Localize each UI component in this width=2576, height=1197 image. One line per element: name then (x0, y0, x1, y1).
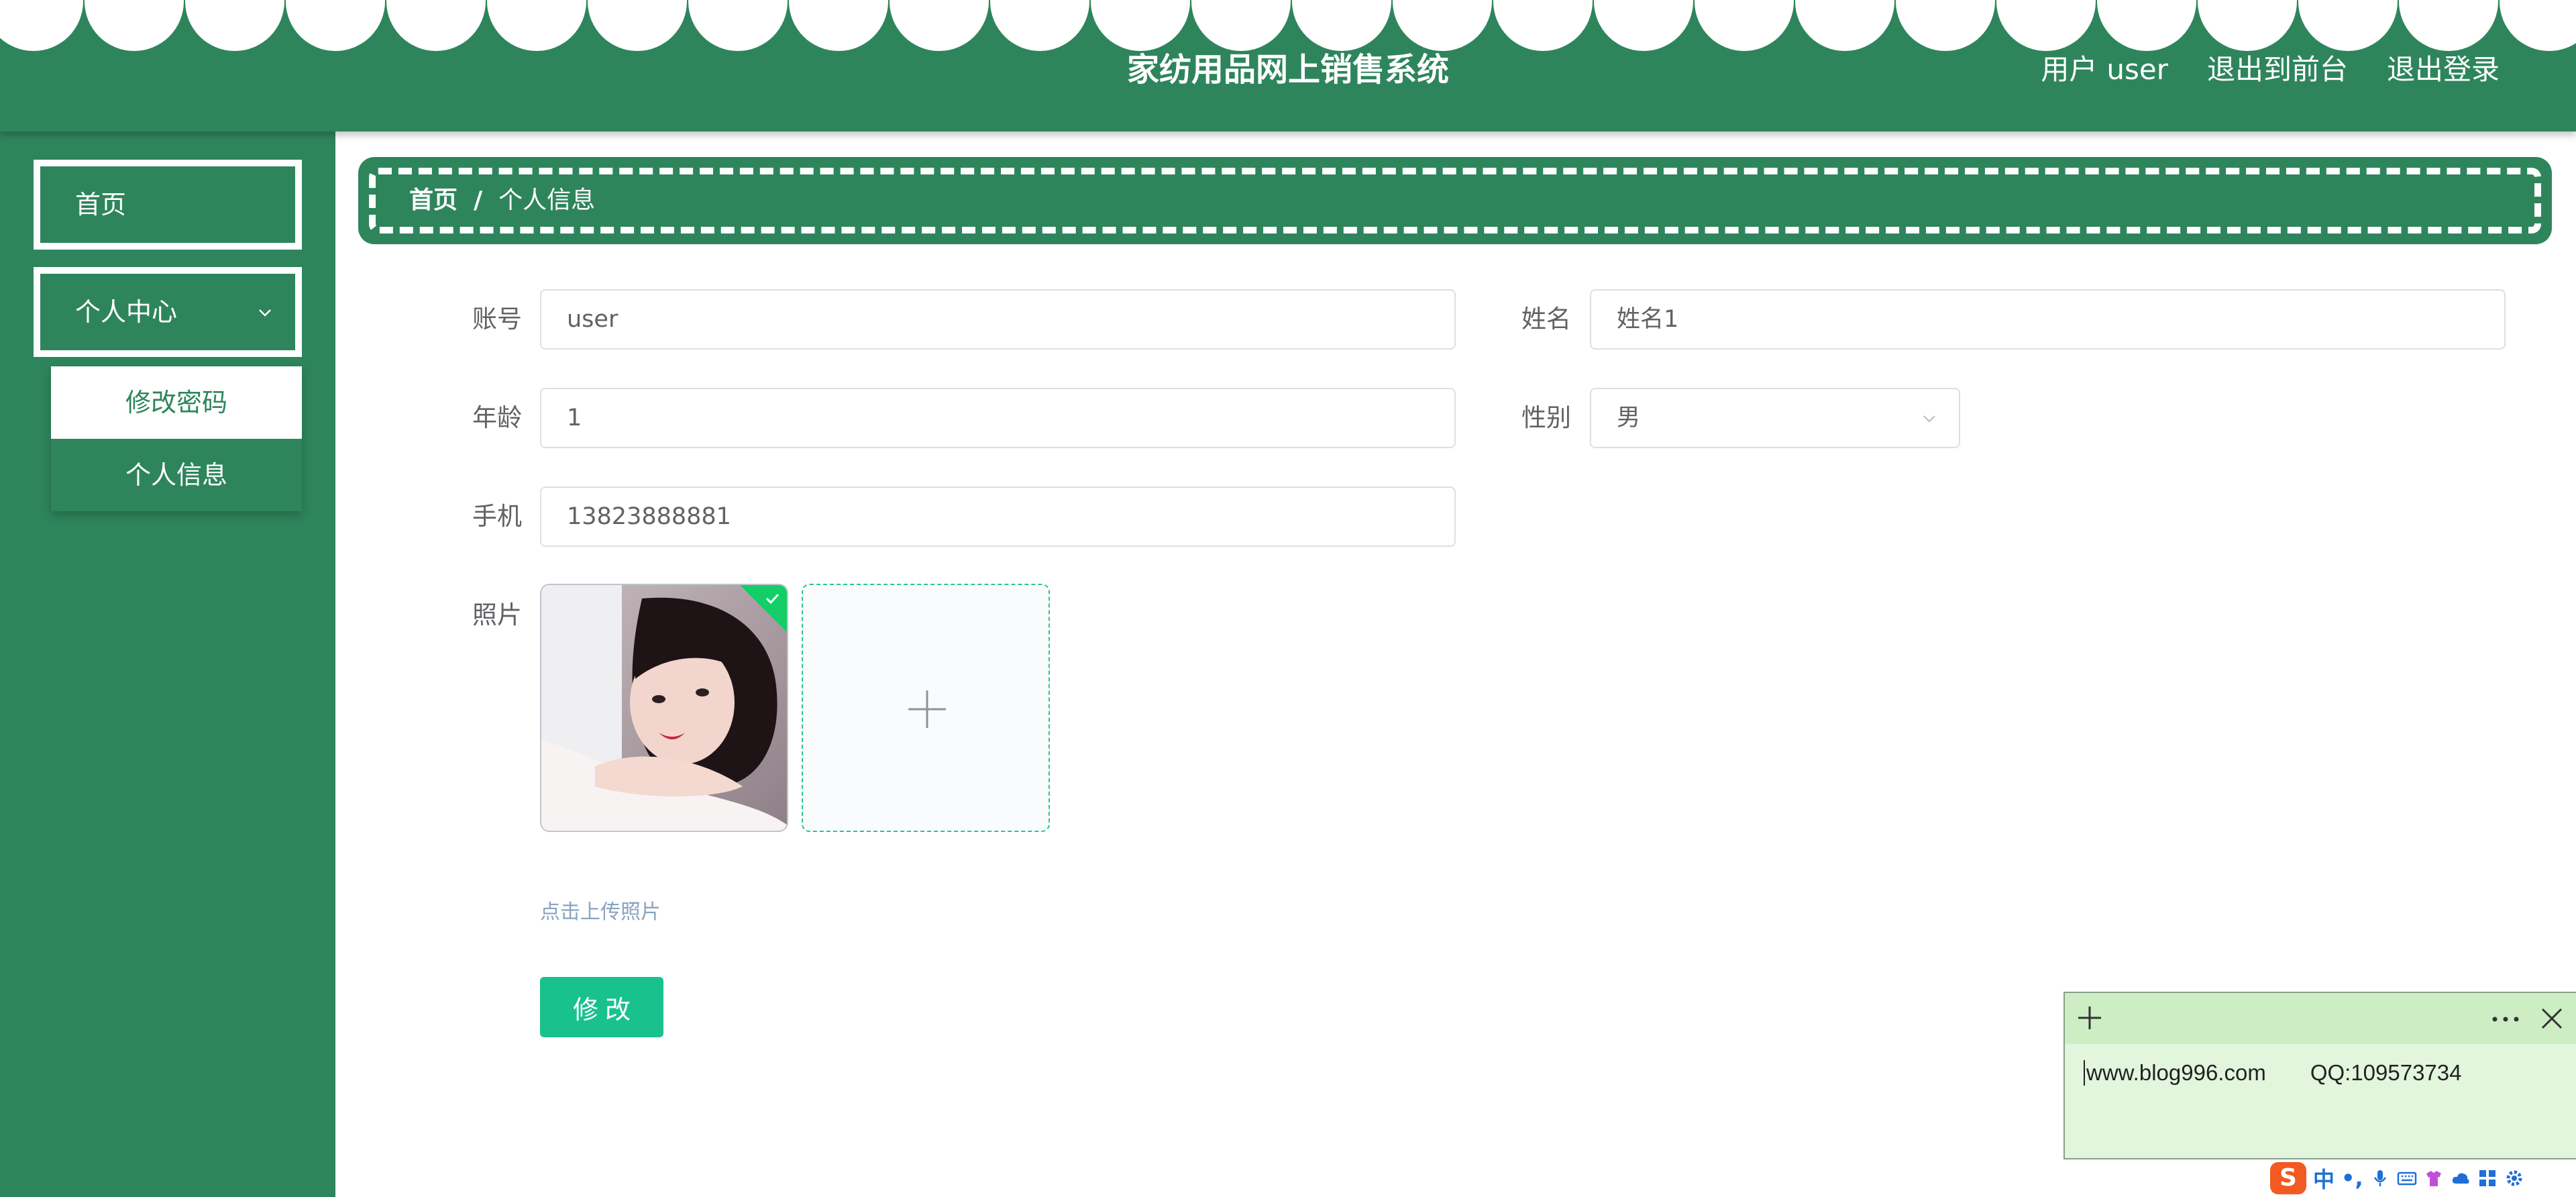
breadcrumb: 首页 / 个人信息 (409, 157, 595, 244)
note-plus-icon[interactable] (2074, 1002, 2105, 1033)
sidebar-item-label: 首页 (75, 190, 127, 219)
header-nav: 用户 user 退出到前台 退出登录 (2041, 48, 2500, 91)
age-field[interactable]: 1 (540, 388, 1456, 448)
close-icon[interactable] (2540, 1006, 2564, 1031)
user-prefix: 用户 (2041, 53, 2098, 86)
phone-value: 13823888881 (567, 503, 731, 530)
submit-button[interactable]: 修改 (540, 977, 663, 1037)
name-label: 姓名 (1521, 305, 1571, 333)
breadcrumb-current: 个人信息 (498, 187, 596, 214)
age-label: 年龄 (472, 403, 522, 432)
ime-logo-icon[interactable]: S (2270, 1162, 2306, 1194)
check-icon (765, 593, 780, 605)
submenu-item-change-password[interactable]: 修改密码 (51, 366, 302, 439)
uploaded-photo-thumbnail[interactable] (540, 584, 788, 832)
ime-mode-toggle[interactable]: 中 (2313, 1163, 2334, 1194)
skin-icon[interactable] (2424, 1168, 2444, 1188)
note-website: www.blog996.com (2086, 1060, 2266, 1085)
breadcrumb-dashed-border (369, 168, 2541, 233)
sidebar-item-personal-center[interactable]: 个人中心 (34, 267, 302, 357)
phone-field[interactable]: 13823888881 (540, 486, 1456, 547)
gender-select[interactable]: 男 (1590, 388, 1960, 448)
breadcrumb-separator: / (474, 187, 483, 214)
sidebar-item-home[interactable]: 首页 (34, 160, 302, 250)
ime-toolbar: S 中 •, (2270, 1159, 2576, 1197)
username: user (2106, 53, 2168, 86)
upload-photo-button[interactable] (802, 584, 1050, 832)
scallop-decoration (0, 0, 2576, 51)
gender-value: 男 (1617, 405, 1641, 431)
more-icon[interactable] (2491, 1016, 2520, 1023)
name-field[interactable]: 姓名1 (1590, 289, 2506, 350)
settings-icon[interactable] (2504, 1168, 2524, 1188)
keyboard-icon[interactable] (2397, 1168, 2417, 1188)
photo-label: 照片 (472, 601, 522, 629)
ime-punctuation-toggle[interactable]: •, (2341, 1165, 2363, 1191)
back-to-front-link[interactable]: 退出到前台 (2207, 48, 2348, 91)
sidebar: 首页 个人中心 修改密码 个人信息 (0, 132, 335, 1197)
plus-icon (908, 690, 946, 728)
upload-tip: 点击上传照片 (540, 900, 661, 924)
sidebar-item-label: 个人中心 (75, 297, 178, 327)
account-value: user (567, 306, 619, 333)
age-value: 1 (567, 405, 582, 431)
personal-center-submenu: 修改密码 个人信息 (51, 366, 302, 511)
logout-link[interactable]: 退出登录 (2387, 48, 2500, 91)
top-header: 家纺用品网上销售系统 用户 user 退出到前台 退出登录 (0, 0, 2576, 132)
account-field[interactable]: user (540, 289, 1456, 350)
current-user-label: 用户 user (2041, 48, 2168, 91)
select-arrow-icon (1923, 415, 1935, 423)
note-qq: QQ:109573734 (2310, 1060, 2462, 1085)
microphone-icon[interactable] (2370, 1168, 2390, 1188)
submenu-item-personal-info[interactable]: 个人信息 (51, 439, 302, 511)
name-value: 姓名1 (1617, 306, 1679, 333)
sticky-note-toolbar (2065, 993, 2576, 1044)
gender-label: 性别 (1521, 403, 1571, 432)
cloud-icon[interactable] (2451, 1168, 2471, 1188)
sticky-note-content[interactable]: www.blog996.com QQ:109573734 (2084, 1060, 2462, 1086)
account-label: 账号 (472, 305, 522, 333)
chevron-down-icon (259, 309, 271, 317)
breadcrumb-home[interactable]: 首页 (409, 157, 458, 244)
toolbox-icon[interactable] (2477, 1168, 2498, 1188)
sticky-note[interactable]: www.blog996.com QQ:109573734 (2063, 992, 2576, 1159)
breadcrumb-bar: 首页 / 个人信息 (358, 157, 2552, 244)
phone-label: 手机 (472, 502, 522, 531)
